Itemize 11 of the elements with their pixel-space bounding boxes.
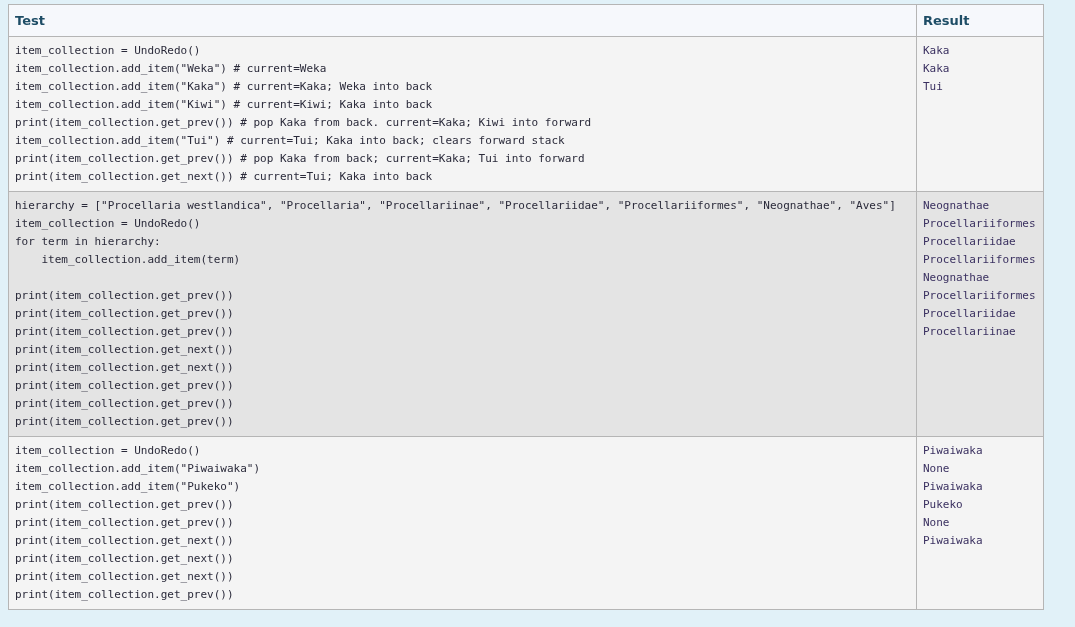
result-output: Piwaiwaka None Piwaiwaka Pukeko None Piwaiwaka (923, 443, 984, 549)
table-row[interactable] (8, 191, 1044, 437)
test-code: item_collection = UndoRedo() item_collection.add_item("Piwaiwaka") item_collection.add_item("Pukeko") print(item_collection.get_prev()) print(item_collection.get_prev()) print(item_collection.get_next()) print(item_collection.get_next()) print(item_collection.get_next()) print(item_collection.get_prev()) (15, 443, 262, 603)
result-output: Neognathae Procellariiformes Procellariidae Procellariiformes Neognathae Procellariiformes Procellariidae Procellariinae (923, 198, 1037, 340)
result-output: Kaka Kaka Tui (923, 43, 951, 95)
table-row[interactable] (8, 436, 1044, 610)
table-row[interactable] (8, 36, 1044, 192)
test-code: hierarchy = ["Procellaria westlandica", "Procellaria", "Procellariinae", "Procellariidae", "Procellariiformes", "Neognathae", "Aves"] item_collection = UndoRedo() for term in hierarchy: item_collection.add_item(term) print(item_collection.get_prev()) print(item_collection.get_prev()) print(item_collection.get_prev()) print(item_collection.get_next()) print(item_collection.get_next()) print(item_collection.get_prev()) print(item_collection.get_prev()) print(item_collection.get_prev()) (15, 198, 897, 430)
column-header: Test (8, 4, 917, 37)
test-code: item_collection = UndoRedo() item_collection.add_item("Weka") # current=Weka item_collection.add_item("Kaka") # current=Kaka; Weka into back item_collection.add_item("Kiwi") # current=Kiwi; Kaka into back print(item_collection.get_prev()) # pop Kaka from back. current=Kaka; Kiwi into forward item_collection.add_item("Tui") # current=Tui; Kaka into back; clears forward stack print(item_collection.get_prev()) # pop Kaka from back; current=Kaka; Tui into forward print(item_collection.get_next()) # current=Tui; Kaka into back (15, 43, 593, 185)
column-header: Result (916, 4, 1044, 37)
